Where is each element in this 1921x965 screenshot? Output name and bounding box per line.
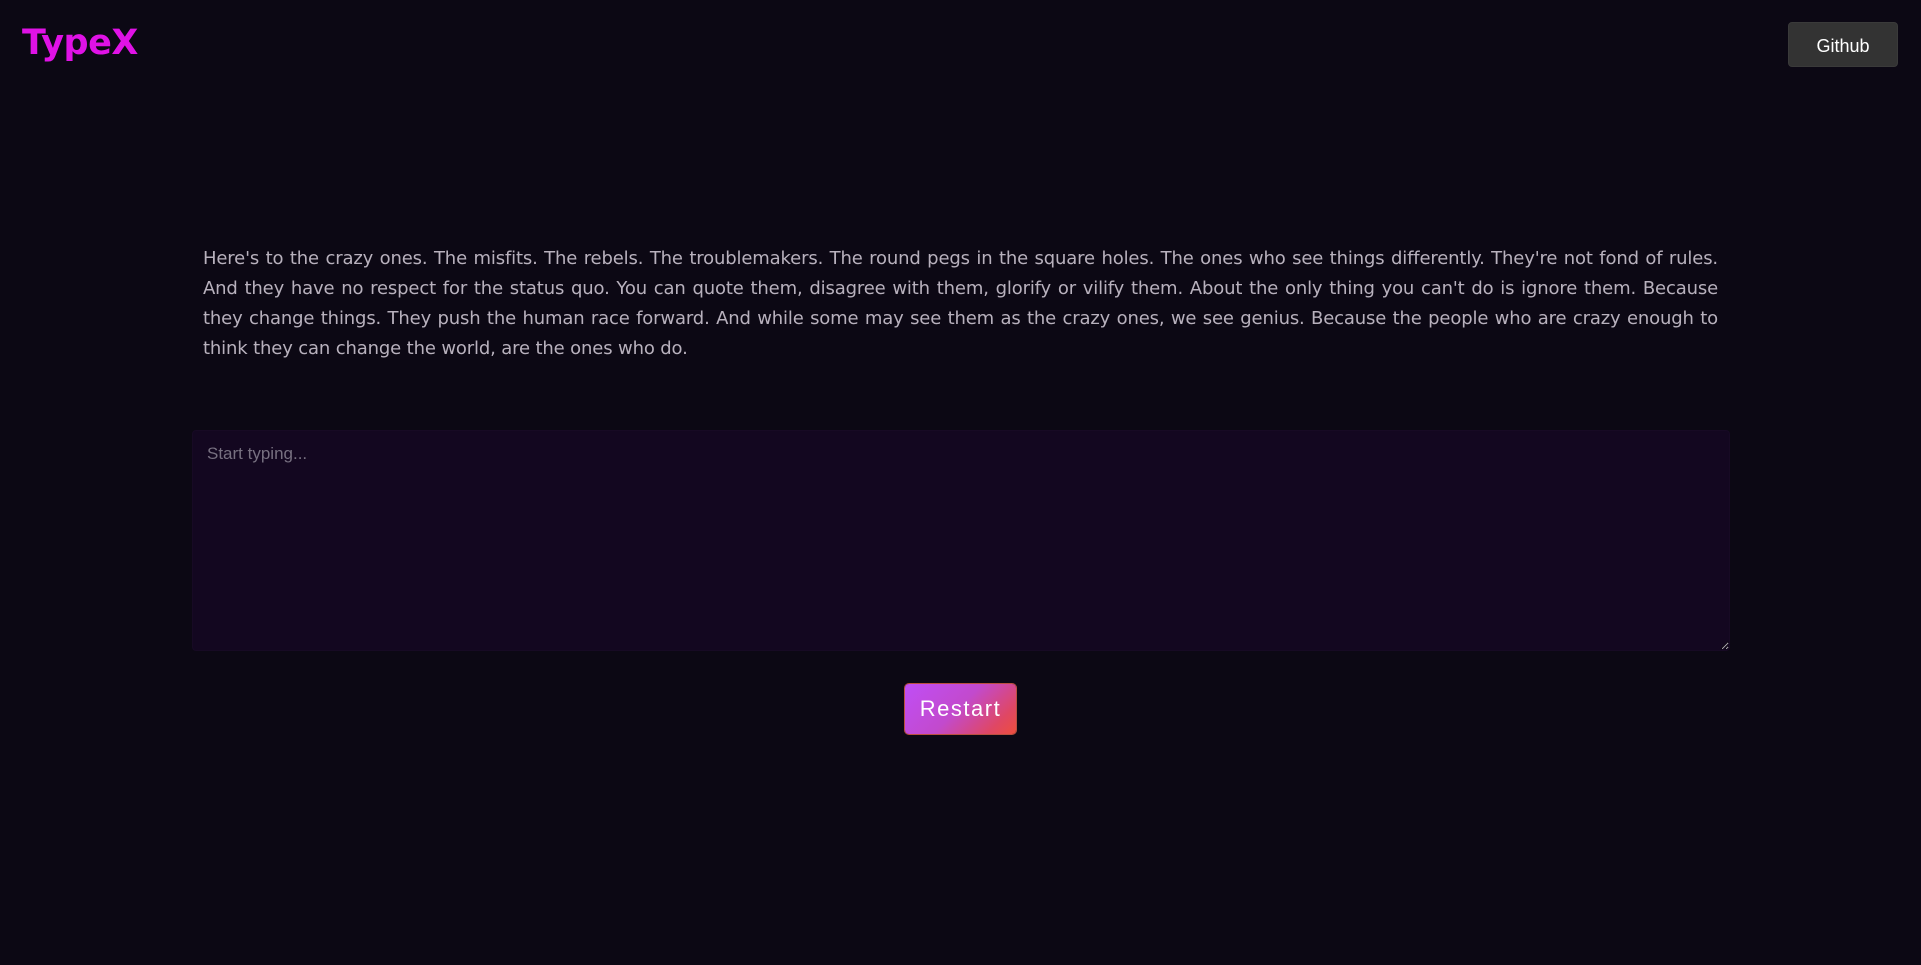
restart-button[interactable]: Restart: [905, 684, 1016, 734]
typex-logo: TypeX: [22, 23, 138, 63]
typing-test-page: TypeX Github Here's to the crazy ones. T…: [0, 0, 1921, 965]
top-header: TypeX Github: [0, 0, 1921, 90]
typing-prompt-text: Here's to the crazy ones. The misfits. T…: [203, 248, 1718, 359]
typing-input[interactable]: [192, 430, 1730, 651]
github-button[interactable]: Github: [1788, 22, 1898, 67]
